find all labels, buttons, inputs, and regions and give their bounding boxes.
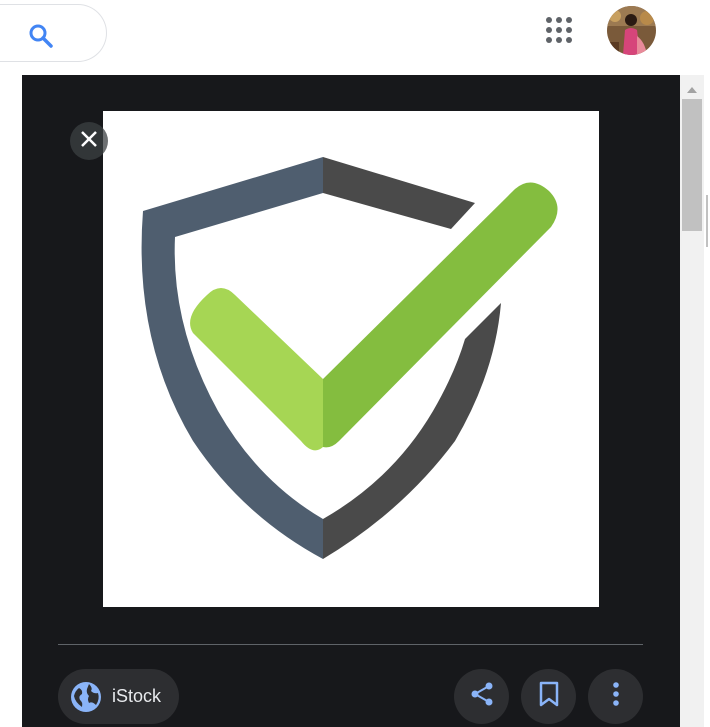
window-edge bbox=[704, 75, 710, 727]
vertical-scrollbar[interactable] bbox=[680, 75, 704, 727]
source-chip[interactable]: iStock bbox=[58, 669, 179, 724]
close-button[interactable] bbox=[70, 122, 108, 160]
save-button[interactable] bbox=[521, 669, 576, 724]
apps-grid-icon[interactable] bbox=[545, 16, 573, 44]
close-icon bbox=[79, 129, 99, 154]
source-name: iStock bbox=[112, 686, 162, 706]
panel-divider bbox=[58, 644, 643, 645]
scroll-thumb[interactable] bbox=[682, 99, 702, 231]
top-bar bbox=[0, 0, 710, 75]
account-avatar[interactable] bbox=[607, 6, 656, 55]
globe-icon bbox=[70, 681, 102, 713]
scroll-up-arrow-icon[interactable] bbox=[680, 83, 704, 95]
search-box[interactable] bbox=[0, 4, 107, 62]
bookmark-icon bbox=[538, 681, 560, 712]
more-options-button[interactable] bbox=[588, 669, 643, 724]
outer-scroll-thumb[interactable] bbox=[706, 195, 708, 247]
search-icon[interactable] bbox=[28, 23, 54, 49]
share-icon bbox=[469, 681, 495, 712]
more-vert-icon bbox=[612, 681, 620, 712]
share-button[interactable] bbox=[454, 669, 509, 724]
preview-image[interactable] bbox=[103, 111, 599, 607]
